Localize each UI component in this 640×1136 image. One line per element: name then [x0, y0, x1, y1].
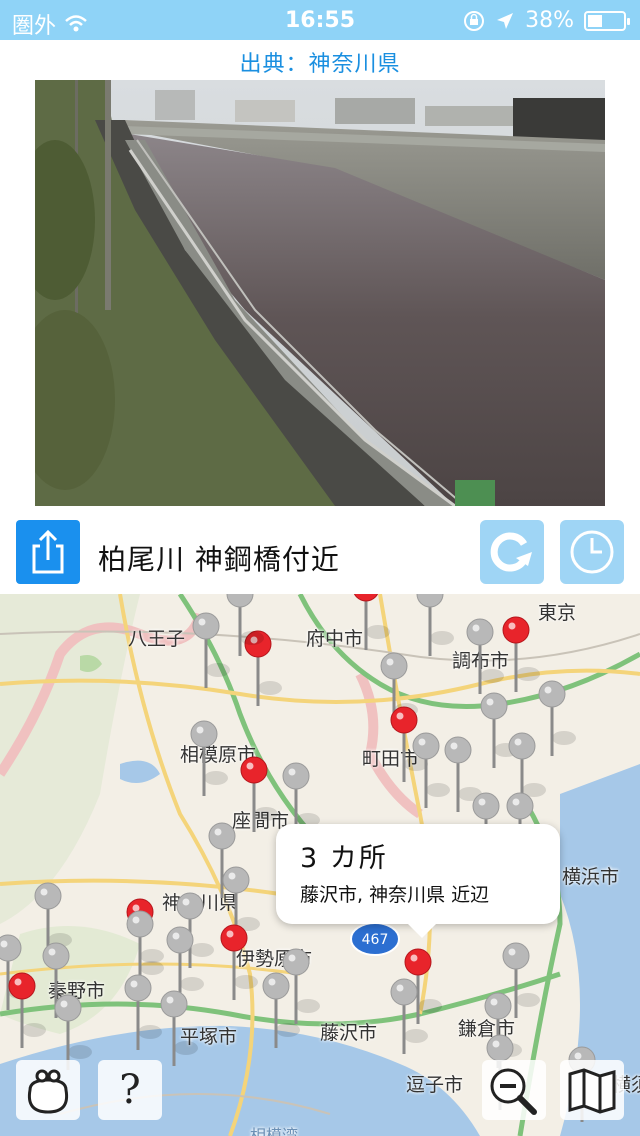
camera-pin[interactable]	[240, 756, 278, 832]
status-bar: 圏外 16:55 38%	[0, 0, 640, 40]
camera-pin[interactable]	[0, 934, 32, 1010]
rotation-lock-icon	[464, 10, 485, 31]
battery-fill	[588, 14, 603, 27]
pin-callout[interactable]: 3 カ所 藤沢市, 神奈川県 近辺	[276, 824, 560, 938]
refresh-icon	[490, 532, 532, 572]
battery-icon	[584, 10, 630, 31]
clock-icon	[570, 530, 614, 574]
battery-percent: 38%	[525, 8, 574, 33]
zoom-out-button[interactable]	[482, 1060, 546, 1120]
camera-pin[interactable]	[502, 616, 540, 692]
camera-pin[interactable]	[353, 594, 390, 650]
camera-pin[interactable]	[416, 594, 454, 656]
camera-pin[interactable]	[192, 612, 230, 688]
camera-title-bar: 柏尾川 神鋼橋付近	[0, 516, 640, 592]
callout-subtitle: 藤沢市, 神奈川県 近辺	[300, 884, 490, 906]
camera-pin[interactable]	[54, 994, 92, 1070]
history-clock-button[interactable]	[560, 520, 624, 584]
camera-pin[interactable]	[160, 990, 198, 1066]
camera-pin[interactable]	[390, 978, 428, 1054]
camera-pin[interactable]	[126, 910, 164, 986]
camera-pin[interactable]	[190, 720, 228, 796]
status-right: 38%	[463, 8, 630, 33]
camera-pin[interactable]	[480, 692, 518, 768]
camera-pin[interactable]	[466, 618, 504, 694]
camera-pin[interactable]	[124, 974, 162, 1050]
map-type-button[interactable]	[560, 1060, 624, 1120]
help-button[interactable]: ?	[98, 1060, 162, 1120]
wallet-button[interactable]	[16, 1060, 80, 1120]
camera-pin[interactable]	[538, 680, 576, 756]
camera-title: 柏尾川 神鋼橋付近	[98, 543, 340, 576]
camera-pin[interactable]	[8, 972, 46, 1048]
folded-map-icon	[568, 1068, 616, 1114]
zoom-out-icon	[490, 1068, 537, 1115]
coin-purse-icon	[27, 1069, 69, 1114]
river-camera-image[interactable]	[35, 80, 605, 506]
refresh-button[interactable]	[480, 520, 544, 584]
source-label: 出典：神奈川県	[239, 52, 401, 77]
share-button[interactable]	[16, 520, 80, 584]
camera-pin[interactable]	[262, 972, 300, 1048]
camera-pin[interactable]	[220, 924, 258, 1000]
location-arrow-icon	[497, 12, 514, 29]
share-icon	[32, 529, 64, 574]
callout-title: 3 カ所	[300, 843, 388, 874]
